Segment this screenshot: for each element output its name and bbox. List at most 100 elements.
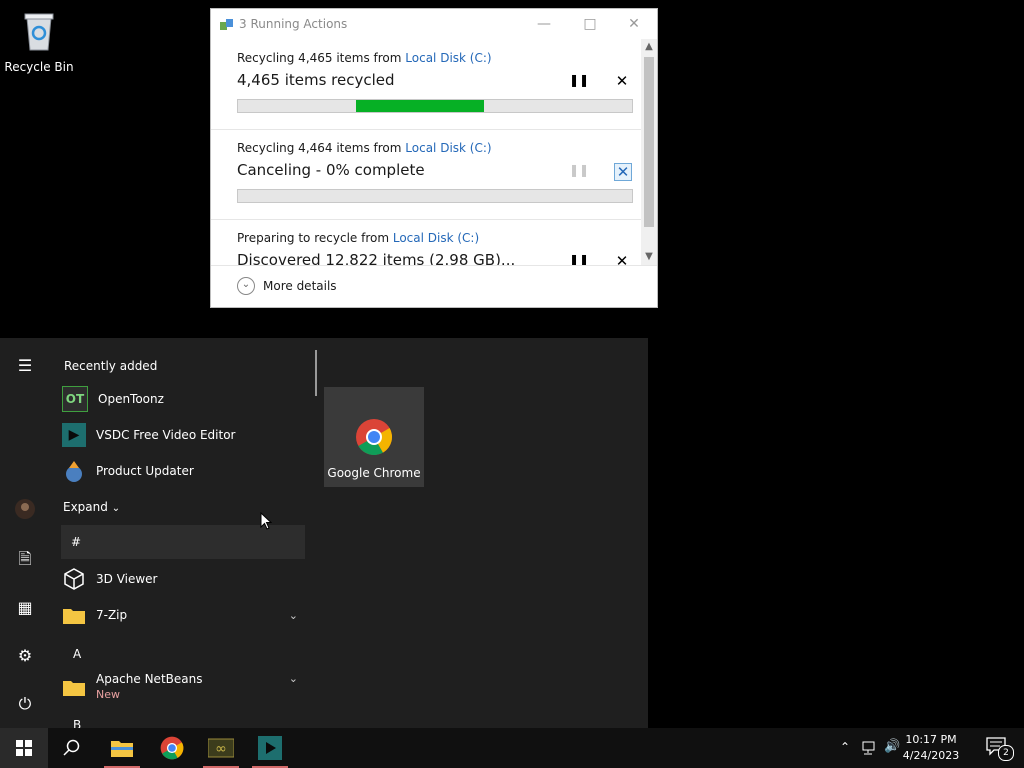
file-explorer-icon	[111, 741, 133, 757]
system-tray: ⌃ 🔊 10:17 PM 4/24/2023 2	[824, 728, 1024, 768]
app-item-vsdc[interactable]: ▶ VSDC Free Video Editor	[62, 419, 236, 451]
vsdc-icon	[258, 736, 282, 760]
svg-text:∞: ∞	[215, 741, 227, 757]
more-details-button[interactable]: ⌄ More details	[237, 277, 337, 295]
power-icon[interactable]: ⏻	[14, 693, 36, 715]
maximize-button[interactable]: □	[567, 9, 613, 39]
chevron-down-icon[interactable]: ⌄	[289, 609, 298, 622]
operation-item: Preparing to recycle from Local Disk (C:…	[211, 219, 647, 265]
clock-date: 4/24/2023	[902, 749, 960, 762]
pause-button[interactable]: ❚❚	[569, 253, 589, 265]
operation-status: Canceling - 0% complete	[237, 161, 425, 179]
user-avatar[interactable]	[14, 499, 36, 521]
taskbar: ∞ ⌃ 🔊 10:17 PM 4/24/2023 2	[0, 728, 1024, 768]
running-actions-dialog: 3 Running Actions — □ ✕ Recycling 4,465 …	[210, 8, 658, 308]
operation-description-text: Recycling 4,464 items from	[237, 141, 406, 155]
action-center-button[interactable]: 2	[986, 737, 1014, 761]
app-item-product-updater[interactable]: Product Updater	[62, 455, 194, 487]
search-icon	[63, 739, 80, 756]
section-header-label: #	[71, 535, 82, 549]
close-button[interactable]: ✕	[611, 9, 657, 39]
search-button[interactable]	[48, 728, 96, 768]
clock[interactable]: 10:17 PM 4/24/2023	[896, 732, 966, 764]
operation-description: Preparing to recycle from Local Disk (C:…	[237, 231, 479, 245]
mouse-cursor-icon	[260, 512, 272, 530]
source-link[interactable]: Local Disk (C:)	[405, 51, 491, 65]
app-label: 3D Viewer	[96, 572, 158, 586]
app-label: 7-Zip	[96, 608, 128, 622]
dialog-titlebar[interactable]: 3 Running Actions — □ ✕	[211, 9, 657, 39]
app-item-netbeans[interactable]: Apache NetBeans New ⌄	[62, 668, 298, 706]
settings-gear-icon[interactable]: ⚙	[14, 645, 36, 667]
chrome-icon	[160, 736, 184, 760]
chevron-down-icon: ⌄	[111, 503, 121, 514]
minimize-button[interactable]: —	[521, 9, 567, 39]
pictures-icon[interactable]: ▦	[14, 597, 36, 619]
section-header-hash[interactable]: #	[61, 525, 305, 559]
app-item-7zip[interactable]: 7-Zip ⌄	[62, 599, 298, 631]
progress-bar	[237, 99, 633, 113]
operation-description: Recycling 4,465 items from Local Disk (C…	[237, 51, 492, 65]
recycle-bin-icon	[24, 13, 54, 51]
chevron-down-icon: ⌄	[237, 277, 255, 295]
start-rail: ☰ 🗎 ▦ ⚙ ⏻	[0, 338, 48, 728]
hamburger-icon[interactable]: ☰	[14, 355, 36, 377]
taskbar-file-explorer[interactable]	[98, 728, 146, 768]
pause-button[interactable]: ❚❚	[569, 73, 589, 87]
taskbar-app-green[interactable]: ∞	[197, 728, 245, 768]
app-label: Apache NetBeans	[96, 672, 203, 686]
dialog-title: 3 Running Actions	[239, 17, 348, 31]
recycle-bin-label: Recycle Bin	[4, 60, 74, 74]
more-details-label: More details	[263, 279, 337, 293]
documents-icon[interactable]: 🗎	[14, 548, 36, 570]
app-label: Product Updater	[96, 464, 194, 478]
show-hidden-icons-chevron-up-icon[interactable]: ⌃	[840, 740, 850, 754]
operation-description: Recycling 4,464 items from Local Disk (C…	[237, 141, 492, 155]
source-link[interactable]: Local Disk (C:)	[393, 231, 479, 245]
3d-viewer-icon	[62, 567, 86, 591]
infinity-app-icon: ∞	[208, 738, 234, 758]
expand-button[interactable]: Expand ⌄	[63, 500, 120, 514]
taskbar-chrome[interactable]	[148, 728, 196, 768]
taskbar-vsdc[interactable]	[246, 728, 294, 768]
operation-item: Recycling 4,464 items from Local Disk (C…	[211, 129, 647, 220]
section-header-a[interactable]: A	[73, 647, 81, 661]
operation-status: Discovered 12,822 items (2.98 GB)...	[237, 251, 516, 265]
tile-label: Google Chrome	[327, 466, 421, 480]
notification-count-badge: 2	[998, 745, 1014, 761]
app-list-scroll-indicator[interactable]	[315, 350, 317, 396]
start-menu: ☰ 🗎 ▦ ⚙ ⏻ Recently added OT OpenToonz ▶ …	[0, 338, 648, 728]
expand-label: Expand	[63, 500, 108, 514]
product-updater-icon	[62, 459, 86, 483]
source-link[interactable]: Local Disk (C:)	[405, 141, 491, 155]
cancel-button[interactable]: ✕	[614, 253, 630, 265]
operation-description-text: Recycling 4,465 items from	[237, 51, 406, 65]
scroll-down-arrow-icon[interactable]: ▼	[641, 249, 657, 265]
scrollbar-thumb[interactable]	[644, 57, 654, 227]
chevron-down-icon[interactable]: ⌄	[289, 672, 298, 685]
app-item-3d-viewer[interactable]: 3D Viewer	[62, 563, 157, 595]
opentoonz-icon: OT	[62, 386, 88, 412]
network-icon[interactable]	[862, 741, 878, 755]
windows-logo-icon	[16, 740, 32, 756]
app-item-opentoonz[interactable]: OT OpenToonz	[62, 383, 164, 415]
progress-fill	[356, 100, 484, 112]
cancel-button[interactable]: ✕	[614, 73, 630, 89]
clock-time: 10:17 PM	[905, 733, 957, 746]
operation-status: 4,465 items recycled	[237, 71, 395, 89]
new-badge: New	[96, 688, 120, 701]
dialog-scrollbar[interactable]: ▲ ▼	[641, 39, 657, 265]
scroll-up-arrow-icon[interactable]: ▲	[641, 39, 657, 55]
start-button[interactable]	[0, 728, 48, 768]
app-list: Recently added OT OpenToonz ▶ VSDC Free …	[48, 338, 308, 728]
recycle-bin-desktop-icon[interactable]: Recycle Bin	[4, 8, 74, 78]
tile-google-chrome[interactable]: Google Chrome	[324, 387, 424, 487]
progress-bar	[237, 189, 633, 203]
vsdc-icon: ▶	[62, 423, 86, 447]
pause-button: ❚❚	[569, 163, 590, 177]
folder-icon	[62, 675, 86, 699]
recently-added-header: Recently added	[64, 359, 158, 373]
cancel-button[interactable]: ✕	[614, 163, 632, 181]
section-header-b[interactable]: B	[73, 718, 81, 728]
chrome-icon	[356, 419, 393, 456]
